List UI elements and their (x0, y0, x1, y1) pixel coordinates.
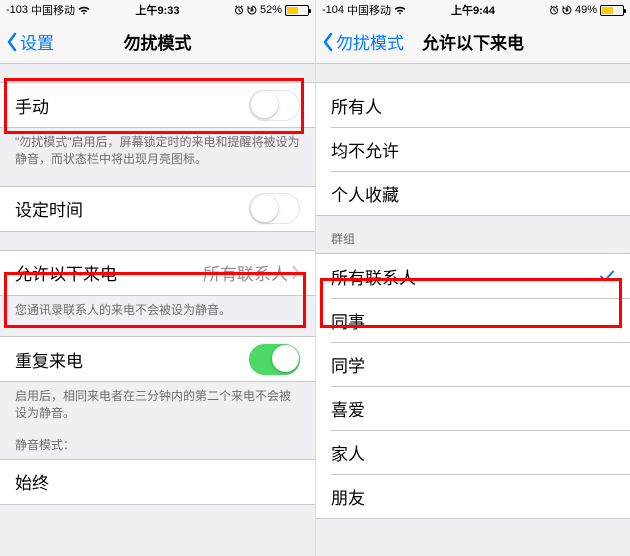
row-label: 所有人 (331, 93, 382, 118)
row-label: 同学 (331, 352, 365, 377)
status-bar: -103 中国移动 上午9:33 52% (0, 0, 315, 20)
signal-strength: -104 (322, 4, 344, 16)
row-group[interactable]: 家人 (316, 430, 630, 474)
row-label: 均不允许 (331, 137, 399, 162)
row-no-one[interactable]: 均不允许 (316, 127, 630, 171)
alarm-icon (234, 5, 244, 15)
row-label: 重复来电 (15, 347, 83, 372)
section-header-groups: 群组 (316, 216, 630, 253)
alarm-icon (549, 5, 559, 15)
nav-back-label: 设置 (20, 29, 54, 54)
chevron-left-icon (322, 32, 334, 52)
switch-repeated-calls[interactable] (249, 344, 300, 375)
checkmark-icon (599, 268, 615, 284)
battery-percent: 49% (575, 4, 597, 16)
status-bar: -104 中国移动 上午9:44 49% (316, 0, 630, 20)
row-label: 家人 (331, 440, 365, 465)
row-group[interactable]: 喜爱 (316, 386, 630, 430)
row-group[interactable]: 同学 (316, 342, 630, 386)
nav-back-label: 勿扰模式 (336, 29, 404, 54)
allow-calls-list: 所有人 均不允许 个人收藏 群组 所有联系人 同事 同学 (316, 64, 630, 556)
phone-allow-calls-from: -104 中国移动 上午9:44 49% 勿扰模式 允许以下来电 所有 (315, 0, 630, 556)
footer-repeated-calls: 启用后，相同来电者在三分钟内的第二个来电不会被设为静音。 (0, 382, 315, 422)
footer-manual: "勿扰模式"启用后，屏幕锁定时的来电和提醒将被设为静音，而状态栏中将出现月亮图标… (0, 128, 315, 168)
row-group[interactable]: 朋友 (316, 474, 630, 518)
row-label: 始终 (15, 469, 49, 494)
row-label: 同事 (331, 308, 365, 333)
carrier-label: 中国移动 (347, 2, 391, 18)
row-label: 朋友 (331, 484, 365, 509)
row-label: 手动 (15, 93, 49, 118)
footer-allow-calls: 您通讯录联系人的来电不会被设为静音。 (0, 296, 315, 319)
nav-back-button[interactable]: 设置 (0, 29, 54, 54)
row-label: 允许以下来电 (15, 260, 117, 285)
carrier-label: 中国移动 (31, 2, 75, 18)
row-repeated-calls[interactable]: 重复来电 (0, 337, 315, 381)
chevron-left-icon (6, 32, 18, 52)
battery-icon (285, 5, 309, 16)
orientation-lock-icon (562, 5, 572, 15)
row-schedule[interactable]: 设定时间 (0, 187, 315, 231)
orientation-lock-icon (247, 5, 257, 15)
chevron-right-icon (292, 266, 300, 279)
row-label: 喜爱 (331, 396, 365, 421)
row-label: 所有联系人 (331, 264, 416, 289)
row-favorites[interactable]: 个人收藏 (316, 171, 630, 215)
switch-manual[interactable] (249, 90, 300, 121)
nav-bar: 勿扰模式 允许以下来电 (316, 20, 630, 64)
settings-list: 手动 "勿扰模式"启用后，屏幕锁定时的来电和提醒将被设为静音，而状态栏中将出现月… (0, 64, 315, 556)
battery-icon (600, 5, 624, 16)
wifi-icon (394, 6, 406, 15)
phone-dnd-settings: -103 中国移动 上午9:33 52% 设置 勿扰模式 手动 (0, 0, 315, 556)
signal-strength: -103 (6, 4, 28, 16)
row-manual[interactable]: 手动 (0, 83, 315, 127)
row-everyone[interactable]: 所有人 (316, 83, 630, 127)
row-group[interactable]: 同事 (316, 298, 630, 342)
row-silence-always[interactable]: 始终 (0, 460, 315, 504)
row-value: 所有联系人 (203, 260, 288, 285)
wifi-icon (78, 6, 90, 15)
section-header-silence: 静音模式： (0, 422, 315, 459)
nav-bar: 设置 勿扰模式 (0, 20, 315, 64)
row-group-all-contacts[interactable]: 所有联系人 (316, 254, 630, 298)
row-allow-calls-from[interactable]: 允许以下来电 所有联系人 (0, 251, 315, 295)
battery-percent: 52% (260, 4, 282, 16)
row-label: 个人收藏 (331, 181, 399, 206)
nav-back-button[interactable]: 勿扰模式 (316, 29, 404, 54)
row-label: 设定时间 (15, 196, 83, 221)
switch-schedule[interactable] (249, 193, 300, 224)
